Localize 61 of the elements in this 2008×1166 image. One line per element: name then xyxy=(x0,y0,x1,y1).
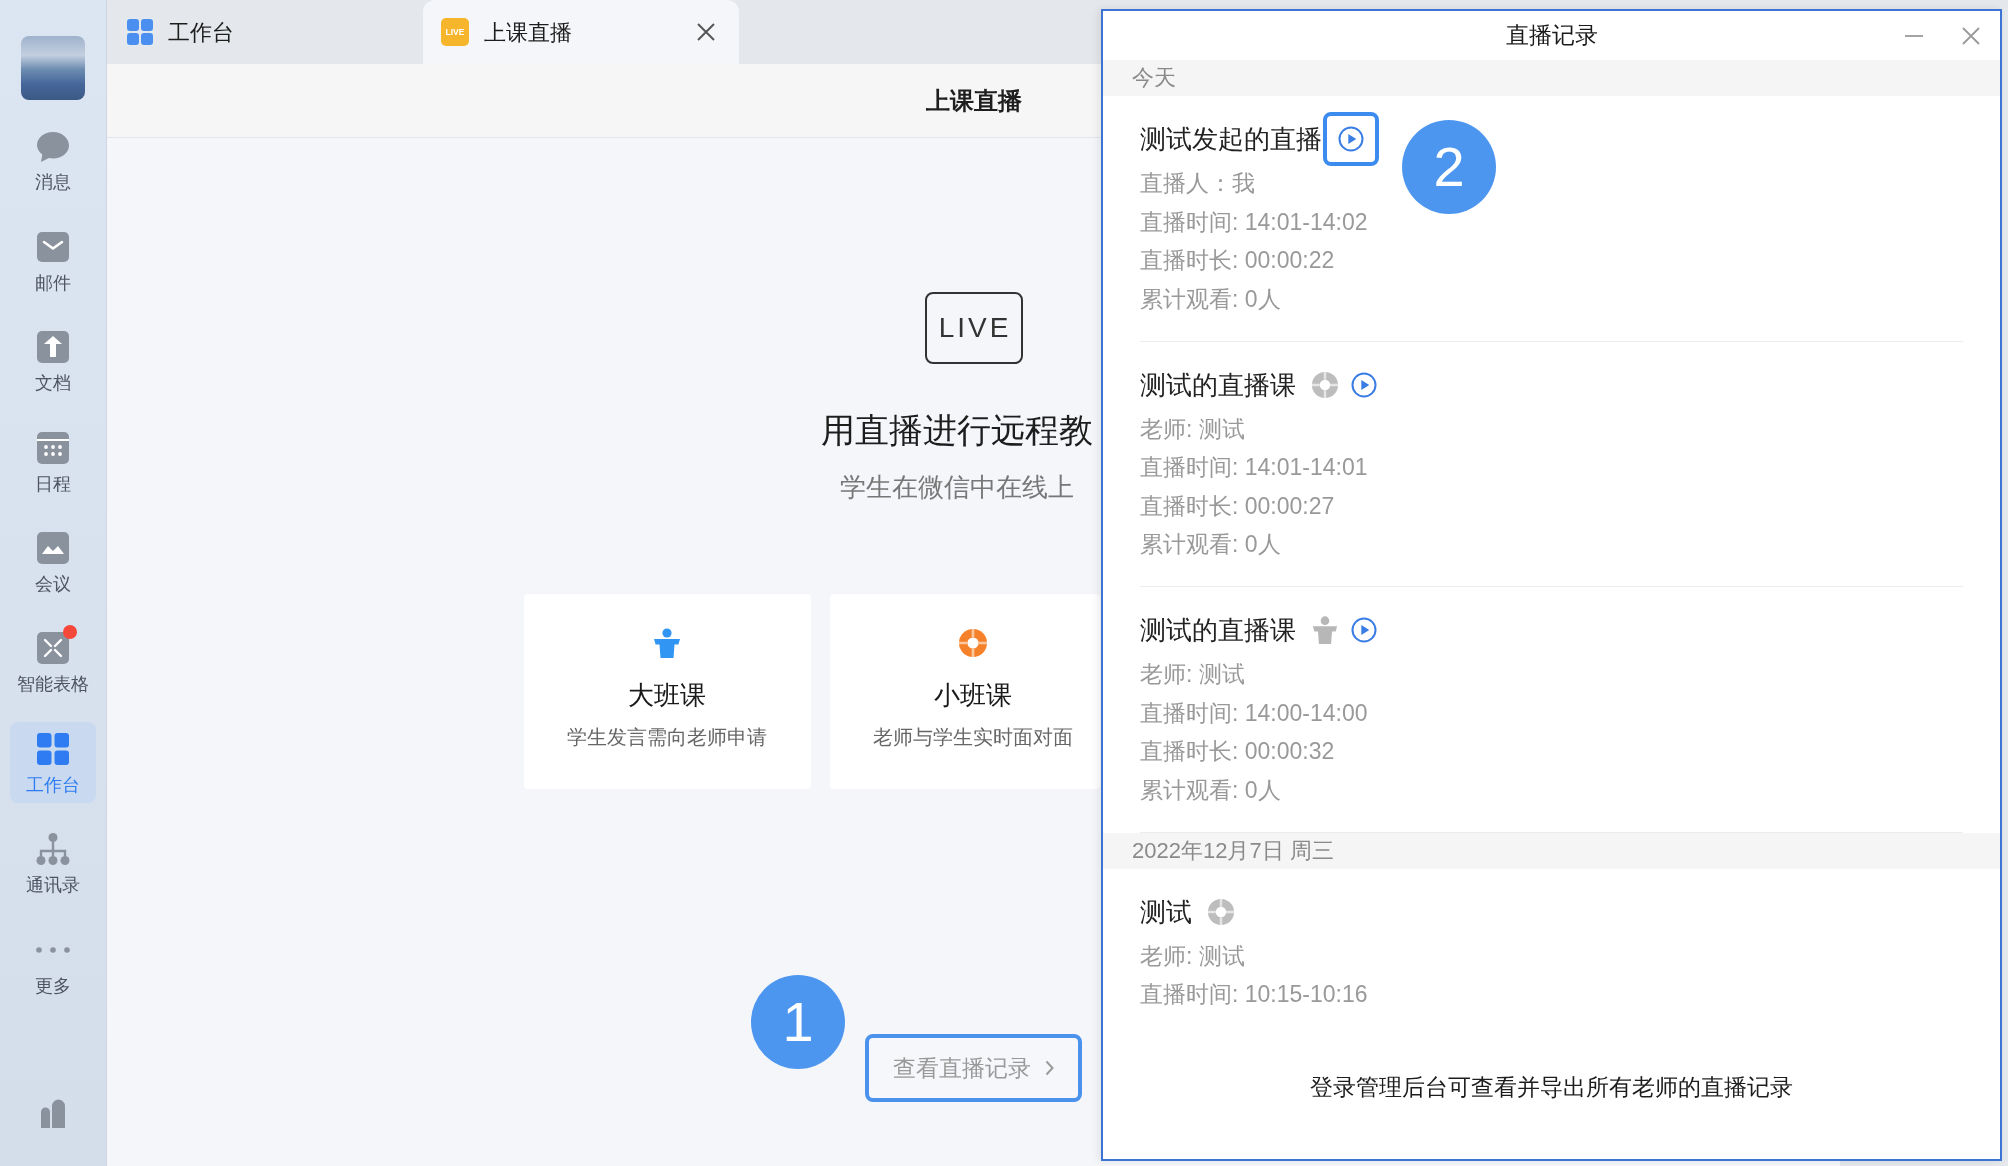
record-detail: 累计观看: 0人 xyxy=(1140,775,1281,805)
sidebar-item[interactable]: 会议 xyxy=(10,520,96,602)
play-icon[interactable] xyxy=(1351,617,1377,643)
card-description: 老师与学生实时面对面 xyxy=(873,725,1073,749)
chat-icon xyxy=(36,129,70,164)
record-detail: 直播时间: 14:00-14:00 xyxy=(1140,698,1368,728)
sidebar-item[interactable]: 更多 xyxy=(10,922,96,1004)
record-detail: 老师: 测试 xyxy=(1140,660,1245,689)
record-detail: 老师: 测试 xyxy=(1140,941,1245,971)
grid-icon xyxy=(127,19,153,45)
sidebar-item[interactable]: 文档 xyxy=(10,320,96,402)
sidebar-item[interactable]: 邮件 xyxy=(10,219,96,301)
record-detail: 直播时长: 00:00:32 xyxy=(1140,737,1335,766)
tab[interactable]: 工作台 xyxy=(107,0,423,64)
card-title: 大班课 xyxy=(628,680,706,711)
play-icon[interactable] xyxy=(1338,126,1364,152)
live-logo: LIVE xyxy=(924,292,1023,364)
record-detail: 老师: 测试 xyxy=(1140,414,1245,444)
record-detail: 直播时长: 00:00:27 xyxy=(1140,491,1335,521)
org-chart-icon xyxy=(36,832,70,867)
sidebar-item[interactable]: 日程 xyxy=(10,420,96,502)
footer-note: 登录管理后台可查看并导出所有老师的直播记录 xyxy=(1310,1073,1793,1102)
callout-marker: 1 xyxy=(751,975,845,1069)
class-type-card[interactable]: 大班课 学生发言需向老师申请 xyxy=(523,594,811,789)
card-description: 学生发言需向老师申请 xyxy=(567,725,767,749)
record-detail: 直播时长: 00:00:22 xyxy=(1140,246,1335,275)
section-header: 2022年12月7日 周三 xyxy=(1103,832,2000,869)
subtitle: 学生在微信中在线上 xyxy=(840,472,1074,502)
headline: 用直播进行远程教 xyxy=(820,411,1093,449)
record-detail: 直播时间: 14:01-14:01 xyxy=(1140,453,1368,482)
mail-icon xyxy=(36,229,70,264)
sidebar-item[interactable]: 消息 xyxy=(10,119,96,201)
document-icon xyxy=(36,330,70,365)
record-detail: 累计观看: 0人 xyxy=(1140,284,1281,314)
tab[interactable]: LIVE 上课直播 xyxy=(423,0,739,64)
close-icon[interactable] xyxy=(697,23,715,41)
columns-icon[interactable] xyxy=(41,1098,65,1128)
mountain-icon xyxy=(36,530,70,565)
sidebar-item[interactable]: 智能表格 xyxy=(10,621,96,703)
sidebar-item[interactable]: 通讯录 xyxy=(10,822,96,904)
record-title: 测试的直播课 xyxy=(1140,615,1296,645)
class-type-card[interactable]: 小班课 老师与学生实时面对面 xyxy=(829,594,1100,789)
calendar-icon xyxy=(36,430,70,465)
record-title: 测试的直播课 xyxy=(1140,369,1296,400)
section-header: 今天 xyxy=(1103,60,2000,96)
record-title: 测试 xyxy=(1140,896,1192,927)
record-detail: 直播人：我 xyxy=(1140,169,1255,198)
more-icon xyxy=(36,946,70,953)
card-title: 小班课 xyxy=(934,680,1012,711)
grid-icon xyxy=(36,731,70,766)
record-detail: 直播时间: 14:01-14:02 xyxy=(1140,207,1368,237)
photo-placeholder[interactable] xyxy=(21,36,85,100)
record-detail: 直播时间: 10:15-10:16 xyxy=(1140,980,1368,1009)
window-title: 直播记录 xyxy=(1505,21,1598,51)
cross-arrows-icon xyxy=(36,631,70,666)
chevron-right-icon xyxy=(1045,1060,1054,1076)
minimize-icon[interactable] xyxy=(1905,34,1923,37)
play-icon[interactable] xyxy=(1351,371,1377,398)
live-badge: LIVE xyxy=(441,18,469,46)
callout-marker: 2 xyxy=(1402,120,1496,214)
record-detail: 累计观看: 0人 xyxy=(1140,530,1281,559)
